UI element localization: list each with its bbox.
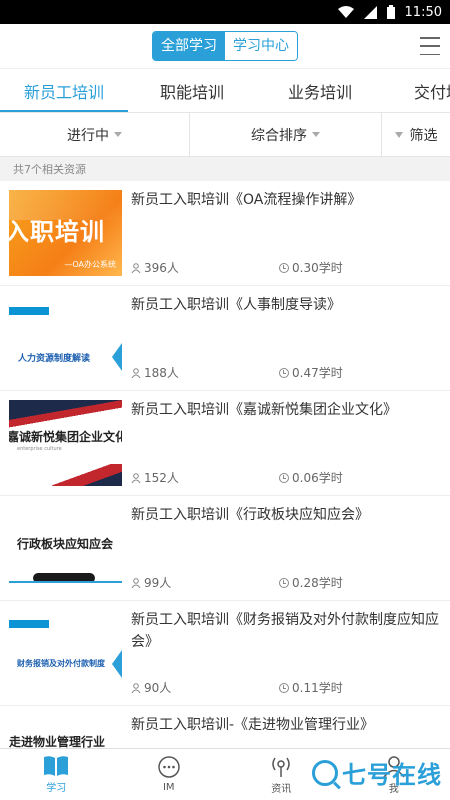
filter-button[interactable]: 筛选 xyxy=(382,113,450,156)
thumbnail-text: 行政板块应知应会 xyxy=(17,537,114,551)
learner-count: 90人 xyxy=(144,681,172,695)
segment-all-learning[interactable]: 全部学习 xyxy=(153,32,225,60)
user-icon xyxy=(131,472,141,483)
sort-dropdown[interactable]: 综合排序 xyxy=(190,113,382,156)
clock-icon xyxy=(279,682,289,693)
course-hours: 0.06学时 xyxy=(292,471,343,485)
course-thumbnail: 嘉诚新悦集团企业文化 enterprise culture xyxy=(9,400,122,486)
clock-icon xyxy=(279,367,289,378)
user-icon xyxy=(131,262,141,273)
tab-new-employee[interactable]: 新员工培训 xyxy=(0,69,128,112)
menu-icon[interactable] xyxy=(420,37,440,55)
nav-im-label: IM xyxy=(162,782,175,793)
chat-icon xyxy=(158,756,180,778)
nav-im[interactable]: IM xyxy=(113,749,226,800)
course-title: 新员工入职培训-《走进物业管理行业》 xyxy=(131,717,375,733)
user-icon xyxy=(131,577,141,588)
tab-functional[interactable]: 职能培训 xyxy=(128,69,256,112)
course-thumbnail: 人力资源制度解读 xyxy=(9,295,122,381)
thumbnail-text: 人力资源制度解读 xyxy=(18,354,91,364)
status-dropdown-label: 进行中 xyxy=(67,127,109,144)
list-item[interactable]: 财务报销及对外付款制度 新员工入职培训《财务报销及对外付款制度应知应会》 90人… xyxy=(0,601,450,706)
thumbnail-subtext: enterprise culture xyxy=(17,446,62,452)
status-dropdown[interactable]: 进行中 xyxy=(0,113,190,156)
thumbnail-subtext: —OA办公系统 xyxy=(64,260,116,269)
nav-learning[interactable]: 学习 xyxy=(0,749,113,800)
clock-icon xyxy=(279,472,289,483)
status-time: 11:50 xyxy=(404,4,442,20)
course-title: 新员工入职培训《人事制度导读》 xyxy=(131,297,341,313)
list-item[interactable]: 行政板块应知应会 新员工入职培训《行政板块应知应会》 99人 0.28学时 xyxy=(0,496,450,601)
result-count: 共7个相关资源 xyxy=(0,157,450,181)
book-icon xyxy=(44,756,69,776)
watermark: 七号在线 xyxy=(312,755,442,790)
list-item[interactable]: 入职培训 —OA办公系统 新员工入职培训《OA流程操作讲解》 396人 0.30… xyxy=(0,181,450,286)
funnel-icon xyxy=(394,131,403,138)
course-hours: 0.11学时 xyxy=(292,681,343,695)
clock-icon xyxy=(279,262,289,273)
wifi-icon xyxy=(337,6,354,18)
learner-count: 396人 xyxy=(144,261,179,275)
signal-icon xyxy=(363,5,377,19)
broadcast-icon xyxy=(272,757,290,777)
course-title: 新员工入职培训《行政板块应知应会》 xyxy=(131,507,369,523)
category-tabs: 新员工培训 职能培训 业务培训 交付培 xyxy=(0,69,450,113)
user-icon xyxy=(131,682,141,693)
learner-count: 99人 xyxy=(144,576,172,590)
course-title: 新员工入职培训《嘉诚新悦集团企业文化》 xyxy=(131,402,397,418)
learner-count: 152人 xyxy=(144,471,179,485)
list-item[interactable]: 人力资源制度解读 新员工入职培训《人事制度导读》 188人 0.47学时 xyxy=(0,286,450,391)
thumbnail-text: 财务报销及对外付款制度 xyxy=(17,659,105,668)
thumbnail-text: 入职培训 xyxy=(9,218,105,246)
sort-dropdown-label: 综合排序 xyxy=(251,127,307,144)
thumbnail-text: 嘉诚新悦集团企业文化 xyxy=(9,430,122,444)
list-item[interactable]: 嘉诚新悦集团企业文化 enterprise culture 新员工入职培训《嘉诚… xyxy=(0,391,450,496)
course-thumbnail: 行政板块应知应会 xyxy=(9,505,122,591)
nav-learning-label: 学习 xyxy=(46,783,67,794)
status-bar: 11:50 xyxy=(0,0,450,24)
filter-bar: 进行中 综合排序 筛选 xyxy=(0,113,450,157)
learner-count: 188人 xyxy=(144,366,179,380)
course-hours: 0.28学时 xyxy=(292,576,343,590)
clock-icon xyxy=(279,577,289,588)
caret-down-icon xyxy=(312,132,320,137)
course-thumbnail: 入职培训 —OA办公系统 xyxy=(9,190,122,276)
tab-business[interactable]: 业务培训 xyxy=(256,69,384,112)
tab-delivery[interactable]: 交付培 xyxy=(384,69,450,112)
course-hours: 0.47学时 xyxy=(292,366,343,380)
header: 全部学习 学习中心 xyxy=(0,24,450,69)
course-title: 新员工入职培训《财务报销及对外付款制度应知应会》 xyxy=(131,612,439,650)
battery-icon xyxy=(386,5,395,19)
course-title: 新员工入职培训《OA流程操作讲解》 xyxy=(131,192,362,208)
nav-news-label: 资讯 xyxy=(271,784,292,795)
user-icon xyxy=(131,367,141,378)
caret-down-icon xyxy=(114,132,122,137)
filter-button-label: 筛选 xyxy=(409,127,438,144)
course-hours: 0.30学时 xyxy=(292,261,343,275)
learning-scope-toggle: 全部学习 学习中心 xyxy=(152,31,298,61)
course-thumbnail: 财务报销及对外付款制度 xyxy=(9,610,122,696)
watermark-logo-icon xyxy=(312,759,338,786)
course-list: 入职培训 —OA办公系统 新员工入职培训《OA流程操作讲解》 396人 0.30… xyxy=(0,181,450,800)
watermark-text: 七号在线 xyxy=(342,761,442,789)
segment-learning-center[interactable]: 学习中心 xyxy=(225,32,297,60)
